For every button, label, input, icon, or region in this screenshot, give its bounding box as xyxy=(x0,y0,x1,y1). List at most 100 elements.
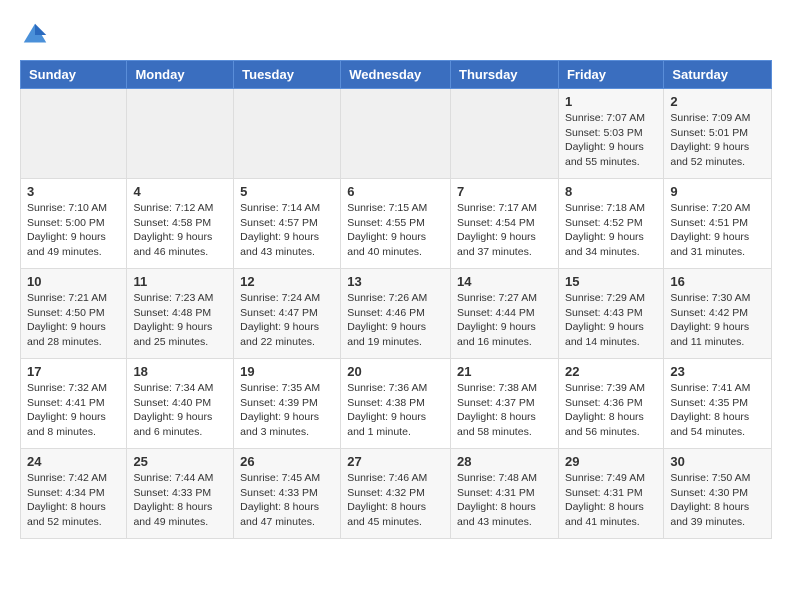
calendar-cell: 6 Sunrise: 7:15 AM Sunset: 4:55 PM Daylig… xyxy=(341,179,451,269)
day-info: Sunrise: 7:21 AM Sunset: 4:50 PM Dayligh… xyxy=(27,291,120,350)
calendar-week-row: 24 Sunrise: 7:42 AM Sunset: 4:34 PM Dayli… xyxy=(21,449,772,539)
calendar-cell: 11 Sunrise: 7:23 AM Sunset: 4:48 PM Dayli… xyxy=(127,269,234,359)
calendar-cell: 21 Sunrise: 7:38 AM Sunset: 4:37 PM Dayli… xyxy=(451,359,559,449)
day-info: Sunrise: 7:34 AM Sunset: 4:40 PM Dayligh… xyxy=(133,381,227,440)
day-info: Sunrise: 7:27 AM Sunset: 4:44 PM Dayligh… xyxy=(457,291,552,350)
day-number: 4 xyxy=(133,184,227,199)
calendar-week-row: 3Sunrise: 7:10 AM Sunset: 5:00 PM Daylig… xyxy=(21,179,772,269)
calendar-day-header: Saturday xyxy=(664,61,772,89)
day-number: 7 xyxy=(457,184,552,199)
day-number: 12 xyxy=(240,274,334,289)
calendar-cell: 30Sunrise: 7:50 AM Sunset: 4:30 PM Dayli… xyxy=(664,449,772,539)
day-info: Sunrise: 7:07 AM Sunset: 5:03 PM Dayligh… xyxy=(565,111,657,170)
calendar-cell: 14 Sunrise: 7:27 AM Sunset: 4:44 PM Dayli… xyxy=(451,269,559,359)
day-number: 14 xyxy=(457,274,552,289)
day-number: 29 xyxy=(565,454,657,469)
page-header xyxy=(0,0,792,60)
calendar-cell: 8 Sunrise: 7:18 AM Sunset: 4:52 PM Daylig… xyxy=(558,179,663,269)
day-info: Sunrise: 7:18 AM Sunset: 4:52 PM Dayligh… xyxy=(565,201,657,260)
calendar-cell: 23 Sunrise: 7:41 AM Sunset: 4:35 PM Dayli… xyxy=(664,359,772,449)
calendar-cell: 28Sunrise: 7:48 AM Sunset: 4:31 PM Dayli… xyxy=(451,449,559,539)
day-info: Sunrise: 7:41 AM Sunset: 4:35 PM Dayligh… xyxy=(670,381,765,440)
day-number: 6 xyxy=(347,184,444,199)
day-info: Sunrise: 7:42 AM Sunset: 4:34 PM Dayligh… xyxy=(27,471,120,530)
day-number: 24 xyxy=(27,454,120,469)
day-info: Sunrise: 7:29 AM Sunset: 4:43 PM Dayligh… xyxy=(565,291,657,350)
day-number: 27 xyxy=(347,454,444,469)
calendar-cell: 7 Sunrise: 7:17 AM Sunset: 4:54 PM Daylig… xyxy=(451,179,559,269)
day-info: Sunrise: 7:14 AM Sunset: 4:57 PM Dayligh… xyxy=(240,201,334,260)
day-info: Sunrise: 7:09 AM Sunset: 5:01 PM Dayligh… xyxy=(670,111,765,170)
calendar-cell: 29Sunrise: 7:49 AM Sunset: 4:31 PM Dayli… xyxy=(558,449,663,539)
calendar-cell xyxy=(127,89,234,179)
calendar-cell: 25 Sunrise: 7:44 AM Sunset: 4:33 PM Dayli… xyxy=(127,449,234,539)
calendar-cell: 17 Sunrise: 7:32 AM Sunset: 4:41 PM Dayli… xyxy=(21,359,127,449)
day-info: Sunrise: 7:26 AM Sunset: 4:46 PM Dayligh… xyxy=(347,291,444,350)
day-info: Sunrise: 7:15 AM Sunset: 4:55 PM Dayligh… xyxy=(347,201,444,260)
day-info: Sunrise: 7:30 AM Sunset: 4:42 PM Dayligh… xyxy=(670,291,765,350)
calendar-cell: 20 Sunrise: 7:36 AM Sunset: 4:38 PM Dayli… xyxy=(341,359,451,449)
day-info: Sunrise: 7:38 AM Sunset: 4:37 PM Dayligh… xyxy=(457,381,552,440)
day-number: 21 xyxy=(457,364,552,379)
day-number: 9 xyxy=(670,184,765,199)
day-info: Sunrise: 7:39 AM Sunset: 4:36 PM Dayligh… xyxy=(565,381,657,440)
day-number: 8 xyxy=(565,184,657,199)
calendar-week-row: 10 Sunrise: 7:21 AM Sunset: 4:50 PM Dayli… xyxy=(21,269,772,359)
day-info: Sunrise: 7:20 AM Sunset: 4:51 PM Dayligh… xyxy=(670,201,765,260)
logo-icon xyxy=(20,20,50,50)
day-number: 19 xyxy=(240,364,334,379)
calendar-cell xyxy=(234,89,341,179)
day-number: 17 xyxy=(27,364,120,379)
calendar-cell: 24 Sunrise: 7:42 AM Sunset: 4:34 PM Dayli… xyxy=(21,449,127,539)
calendar-day-header: Wednesday xyxy=(341,61,451,89)
day-number: 25 xyxy=(133,454,227,469)
calendar-cell: 22 Sunrise: 7:39 AM Sunset: 4:36 PM Dayli… xyxy=(558,359,663,449)
calendar-cell xyxy=(21,89,127,179)
day-number: 13 xyxy=(347,274,444,289)
calendar-day-header: Sunday xyxy=(21,61,127,89)
calendar-wrapper: SundayMondayTuesdayWednesdayThursdayFrid… xyxy=(0,60,792,549)
calendar-body: 1 Sunrise: 7:07 AM Sunset: 5:03 PM Daylig… xyxy=(21,89,772,539)
day-number: 20 xyxy=(347,364,444,379)
calendar-header: SundayMondayTuesdayWednesdayThursdayFrid… xyxy=(21,61,772,89)
day-number: 15 xyxy=(565,274,657,289)
day-number: 22 xyxy=(565,364,657,379)
day-number: 11 xyxy=(133,274,227,289)
day-number: 1 xyxy=(565,94,657,109)
day-info: Sunrise: 7:45 AM Sunset: 4:33 PM Dayligh… xyxy=(240,471,334,530)
calendar-cell: 16 Sunrise: 7:30 AM Sunset: 4:42 PM Dayli… xyxy=(664,269,772,359)
day-info: Sunrise: 7:44 AM Sunset: 4:33 PM Dayligh… xyxy=(133,471,227,530)
calendar-cell: 4 Sunrise: 7:12 AM Sunset: 4:58 PM Daylig… xyxy=(127,179,234,269)
day-info: Sunrise: 7:23 AM Sunset: 4:48 PM Dayligh… xyxy=(133,291,227,350)
calendar-week-row: 1 Sunrise: 7:07 AM Sunset: 5:03 PM Daylig… xyxy=(21,89,772,179)
calendar-cell: 10 Sunrise: 7:21 AM Sunset: 4:50 PM Dayli… xyxy=(21,269,127,359)
calendar-cell: 13 Sunrise: 7:26 AM Sunset: 4:46 PM Dayli… xyxy=(341,269,451,359)
day-info: Sunrise: 7:17 AM Sunset: 4:54 PM Dayligh… xyxy=(457,201,552,260)
day-info: Sunrise: 7:12 AM Sunset: 4:58 PM Dayligh… xyxy=(133,201,227,260)
calendar-day-header: Monday xyxy=(127,61,234,89)
day-number: 3 xyxy=(27,184,120,199)
day-number: 18 xyxy=(133,364,227,379)
calendar-cell: 9 Sunrise: 7:20 AM Sunset: 4:51 PM Daylig… xyxy=(664,179,772,269)
day-number: 23 xyxy=(670,364,765,379)
calendar-week-row: 17 Sunrise: 7:32 AM Sunset: 4:41 PM Dayli… xyxy=(21,359,772,449)
calendar-cell: 15 Sunrise: 7:29 AM Sunset: 4:43 PM Dayli… xyxy=(558,269,663,359)
day-info: Sunrise: 7:36 AM Sunset: 4:38 PM Dayligh… xyxy=(347,381,444,440)
day-info: Sunrise: 7:32 AM Sunset: 4:41 PM Dayligh… xyxy=(27,381,120,440)
calendar-cell: 2 Sunrise: 7:09 AM Sunset: 5:01 PM Daylig… xyxy=(664,89,772,179)
day-number: 2 xyxy=(670,94,765,109)
calendar-cell: 3Sunrise: 7:10 AM Sunset: 5:00 PM Daylig… xyxy=(21,179,127,269)
day-number: 10 xyxy=(27,274,120,289)
day-number: 16 xyxy=(670,274,765,289)
calendar-day-header: Friday xyxy=(558,61,663,89)
calendar-cell xyxy=(451,89,559,179)
calendar-cell xyxy=(341,89,451,179)
calendar-cell: 18 Sunrise: 7:34 AM Sunset: 4:40 PM Dayli… xyxy=(127,359,234,449)
calendar-day-header: Tuesday xyxy=(234,61,341,89)
calendar-cell: 27Sunrise: 7:46 AM Sunset: 4:32 PM Dayli… xyxy=(341,449,451,539)
calendar-table: SundayMondayTuesdayWednesdayThursdayFrid… xyxy=(20,60,772,539)
calendar-cell: 12Sunrise: 7:24 AM Sunset: 4:47 PM Dayli… xyxy=(234,269,341,359)
day-info: Sunrise: 7:50 AM Sunset: 4:30 PM Dayligh… xyxy=(670,471,765,530)
day-info: Sunrise: 7:48 AM Sunset: 4:31 PM Dayligh… xyxy=(457,471,552,530)
day-number: 26 xyxy=(240,454,334,469)
